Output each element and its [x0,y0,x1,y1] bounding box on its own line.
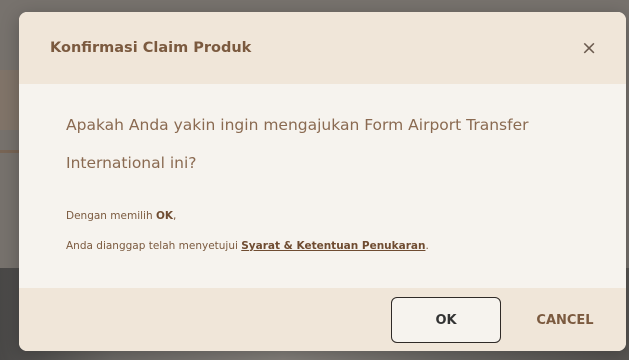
modal-title: Konfirmasi Claim Produk [50,40,252,56]
cancel-button[interactable]: CANCEL [533,297,597,343]
close-icon[interactable]: × [581,38,597,58]
agreement-note: Anda dianggap telah menyetujui Syarat & … [66,240,596,252]
ok-note: Dengan memilih OK, [66,210,596,222]
ok-button[interactable]: OK [391,297,501,343]
agreement-prefix: Anda dianggap telah menyetujui [66,240,242,252]
ok-note-emphasis: OK [155,210,174,222]
modal-footer: OK CANCEL [19,288,626,351]
modal-body: Apakah Anda yakin ingin mengajukan Form … [19,84,626,288]
confirmation-question: Apakah Anda yakin ingin mengajukan Form … [66,116,529,172]
terms-link[interactable]: Syarat & Ketentuan Penukaran [241,240,425,252]
agreement-suffix: . [425,240,429,252]
ok-note-suffix: , [173,210,177,222]
ok-note-prefix: Dengan memilih [66,210,156,222]
modal-header: Konfirmasi Claim Produk × [19,12,626,84]
confirm-claim-modal: Konfirmasi Claim Produk × Apakah Anda ya… [19,12,626,351]
